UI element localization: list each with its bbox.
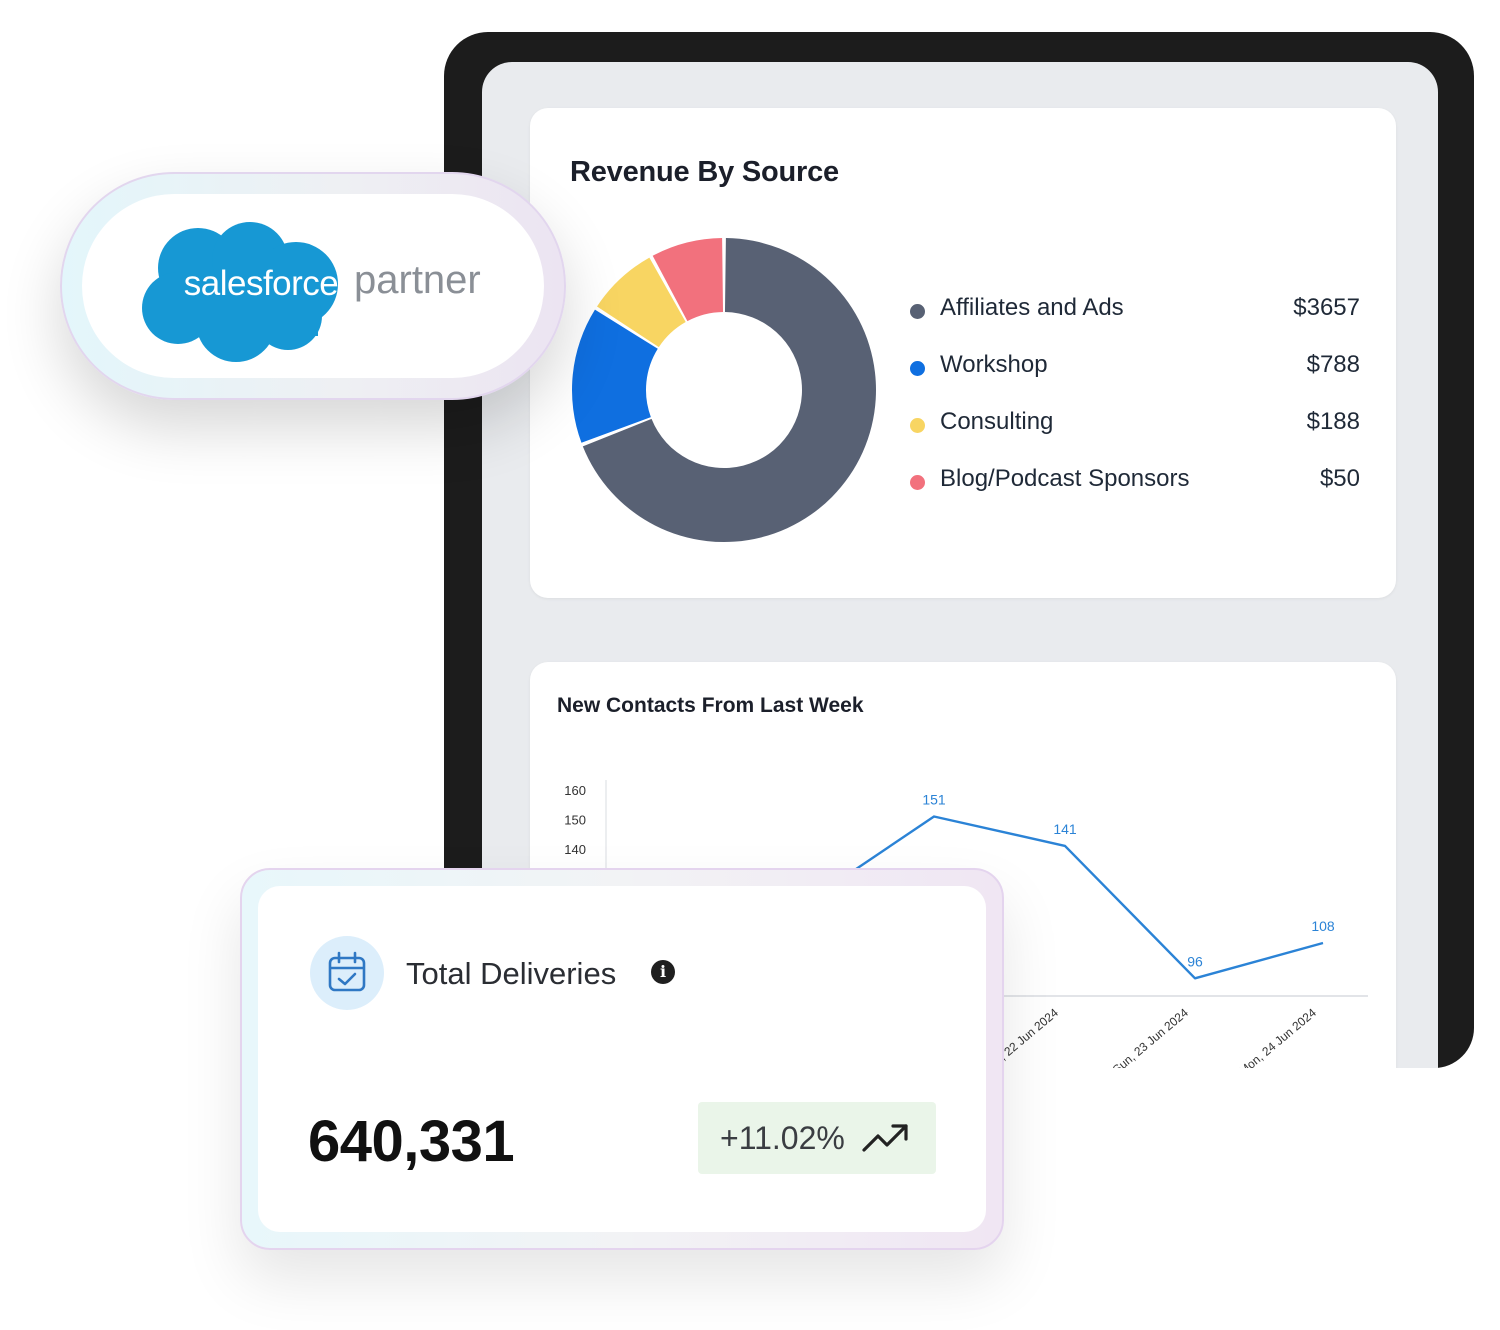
total-deliveries-title: Total Deliveries — [406, 956, 617, 991]
legend-label: Blog/Podcast Sponsors — [940, 465, 1190, 492]
data-label: 151 — [922, 791, 946, 807]
total-deliveries-card: Total Deliveries i 640,331 +11.02% — [240, 868, 1004, 1250]
partner-badge-inner: salesforce partner — [82, 194, 544, 378]
revenue-donut-chart — [572, 238, 876, 542]
legend-value: $3657 — [1293, 294, 1360, 321]
trend-up-arrow-icon — [862, 1124, 908, 1152]
data-label: 108 — [1311, 918, 1335, 934]
legend-item-blog-podcast[interactable]: Blog/Podcast Sponsors $50 — [910, 465, 1360, 522]
x-tick-label: Sun, 23 Jun 2024 — [1110, 1005, 1191, 1068]
legend-value: $188 — [1306, 408, 1360, 435]
legend-item-consulting[interactable]: Consulting $188 — [910, 408, 1360, 465]
data-label: 96 — [1187, 953, 1203, 969]
revenue-by-source-card: Revenue By Source Affiliates and Ads $36… — [530, 108, 1396, 598]
salesforce-partner-badge: salesforce partner — [60, 172, 566, 400]
y-tick-label: 140 — [564, 842, 586, 857]
legend-dot — [910, 418, 925, 433]
legend-dot — [910, 475, 925, 490]
partner-label: partner — [354, 258, 481, 302]
x-tick-label: Mon, 24 Jun 2024 — [1236, 1005, 1319, 1068]
trend-change-badge: +11.02% — [698, 1102, 936, 1174]
data-label: 141 — [1053, 821, 1077, 837]
salesforce-wordmark: salesforce — [183, 264, 339, 303]
legend-label: Affiliates and Ads — [940, 294, 1124, 321]
legend-item-affiliates[interactable]: Affiliates and Ads $3657 — [910, 294, 1360, 351]
legend-value: $788 — [1306, 351, 1360, 378]
info-icon[interactable]: i — [651, 960, 675, 984]
legend-value: $50 — [1319, 465, 1360, 492]
y-tick-label: 150 — [564, 812, 586, 827]
trend-change-text: +11.02% — [720, 1120, 845, 1156]
legend-dot — [910, 304, 925, 319]
legend-label: Consulting — [940, 408, 1054, 435]
revenue-card-title: Revenue By Source — [570, 156, 839, 188]
revenue-legend: Affiliates and Ads $3657 Workshop $788 C… — [910, 294, 1360, 522]
deliveries-card-inner: Total Deliveries i 640,331 +11.02% — [258, 886, 986, 1232]
new-contacts-title: New Contacts From Last Week — [557, 694, 864, 717]
legend-dot — [910, 361, 925, 376]
legend-item-workshop[interactable]: Workshop $788 — [910, 351, 1360, 408]
legend-label: Workshop — [940, 351, 1048, 378]
y-tick-label: 160 — [564, 783, 586, 798]
total-deliveries-value: 640,331 — [308, 1109, 515, 1174]
calendar-check-icon — [310, 936, 384, 1010]
